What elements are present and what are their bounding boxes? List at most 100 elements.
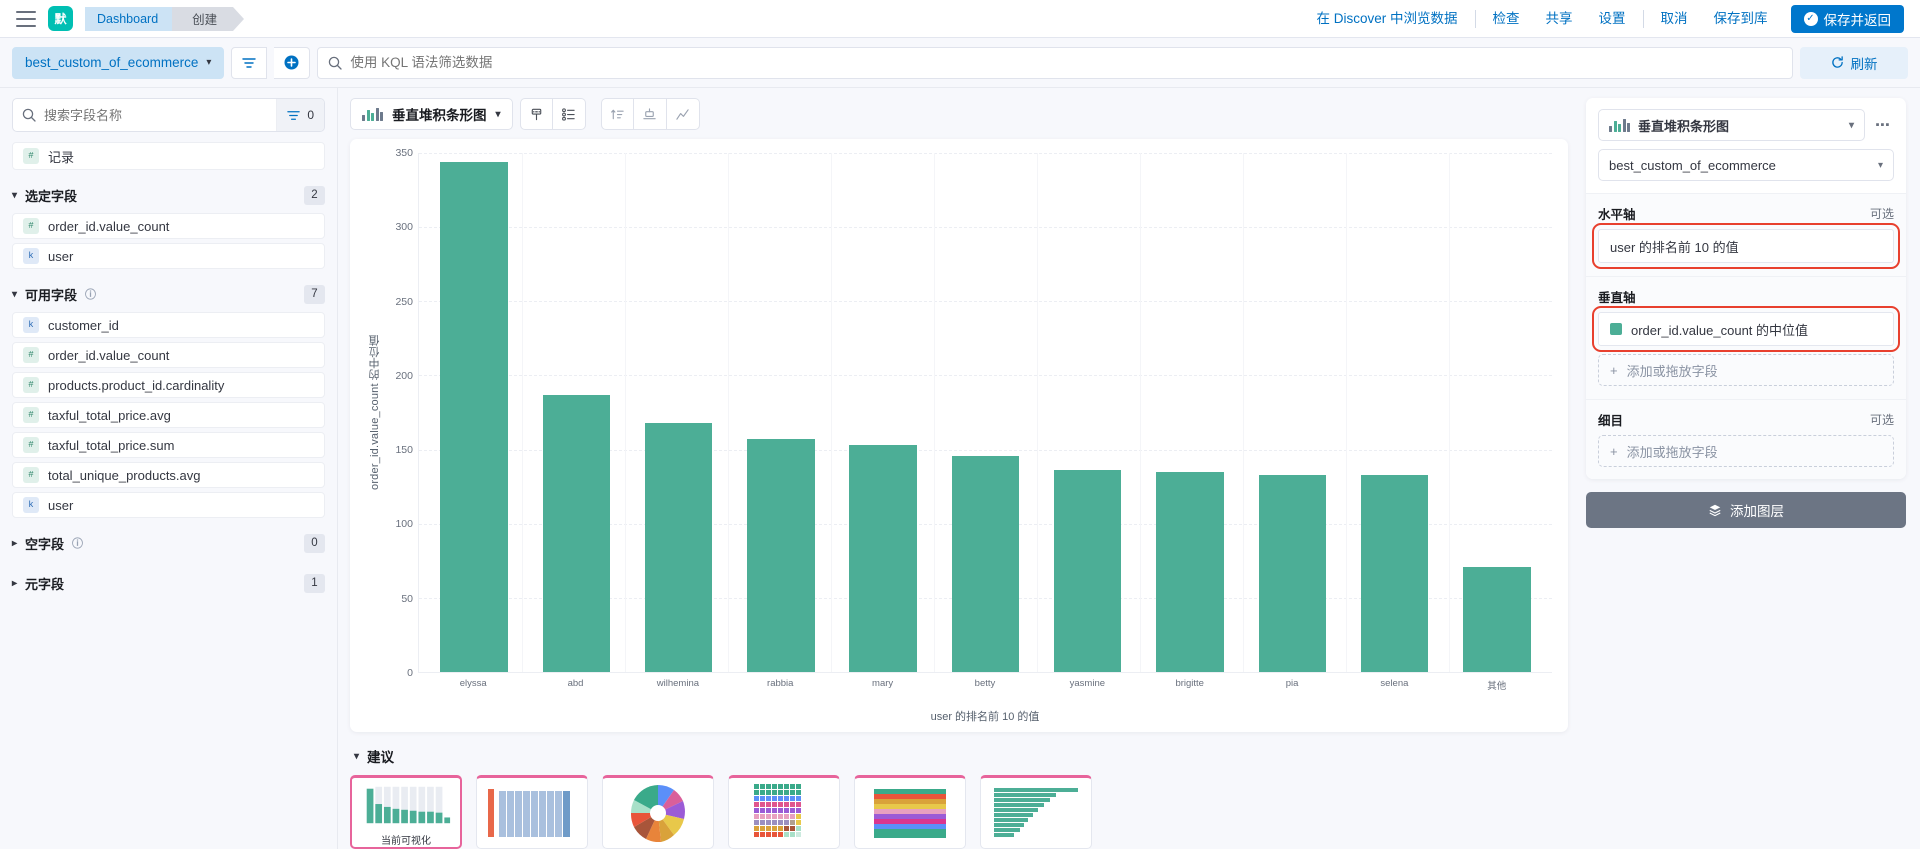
save-to-library-link[interactable]: 保存到库 (1701, 0, 1781, 38)
vertical-axis-drop-target[interactable]: + 添加或拖放字段 (1598, 354, 1894, 386)
config-datasource-select[interactable]: best_custom_of_ecommerce ▾ (1598, 149, 1894, 181)
bar[interactable] (951, 455, 1020, 672)
explore-in-discover-link[interactable]: 在 Discover 中浏览数据 (1303, 0, 1470, 38)
number-field-icon: # (23, 347, 39, 363)
bar-slot (1241, 153, 1343, 672)
bar[interactable] (542, 394, 611, 672)
waffle-grid-thumb-icon (754, 784, 801, 837)
datasource-selector[interactable]: best_custom_of_ecommerce ▾ (12, 46, 225, 79)
config-chart-type-select[interactable]: 垂直堆积条形图 ▾ (1598, 109, 1865, 141)
save-and-return-button[interactable]: ✓ 保存并返回 (1790, 4, 1904, 33)
field-search-input[interactable] (36, 107, 277, 123)
suggestion-pie[interactable] (602, 775, 714, 849)
stacked-columns-thumb-icon (488, 789, 570, 837)
save-and-return-label: 保存并返回 (1823, 12, 1892, 28)
chevron-right-icon: ▸ (12, 537, 18, 549)
chart-annotation-group (600, 98, 700, 130)
color-palette-button[interactable] (633, 98, 667, 130)
available-field-taxful-total-price-sum[interactable]: # taxful_total_price.sum (12, 432, 325, 458)
field-label: taxful_total_price.avg (48, 407, 171, 423)
plot-area[interactable] (418, 153, 1552, 673)
section-label: 选定字段 (25, 188, 78, 204)
suggestion-horizontal-bar[interactable] (980, 775, 1092, 849)
section-available-fields[interactable]: ▾ 可用字段 ⓘ 7 (12, 279, 325, 309)
section-selected-fields[interactable]: ▾ 选定字段 2 (12, 180, 325, 210)
bar-slot (730, 153, 832, 672)
filter-options-button[interactable] (231, 46, 268, 79)
layer-actions-button[interactable]: ▪▪▪ (1872, 112, 1894, 138)
available-field-products-product-id-cardinality[interactable]: # products.product_id.cardinality (12, 372, 325, 398)
breadcrumb-dashboard[interactable]: Dashboard (85, 6, 184, 31)
space-avatar[interactable]: 默 (48, 6, 73, 31)
bar[interactable] (440, 161, 508, 672)
horizontal-axis-label-row: 水平轴 可选 (1598, 204, 1894, 223)
x-axis-tick-label: rabbia (767, 678, 794, 689)
chart-type-label: 垂直堆积条形图 (392, 108, 487, 123)
breadcrumb-create[interactable]: 创建 (172, 6, 245, 31)
section-label: 可用字段 (25, 287, 78, 303)
drop-placeholder: 添加或拖放字段 (1626, 363, 1718, 379)
bar[interactable] (644, 422, 713, 672)
bar-chart-icon (1609, 118, 1630, 132)
refresh-icon (1831, 56, 1843, 68)
section-meta-fields[interactable]: ▸ 元字段 1 (12, 568, 325, 598)
bar[interactable] (1053, 470, 1122, 672)
x-axis-tick-label: betty (974, 678, 996, 689)
bar[interactable] (1463, 566, 1531, 672)
available-field-order-id-value-count[interactable]: # order_id.value_count (12, 342, 325, 368)
x-axis-tick-label: yasmine (1069, 678, 1106, 689)
section-count: 2 (304, 185, 325, 205)
suggestion-treemap-grid[interactable] (728, 775, 840, 849)
section-empty-fields[interactable]: ▸ 空字段 ⓘ 0 (12, 528, 325, 558)
field-label: customer_id (48, 317, 119, 333)
horizontal-axis-dimension[interactable]: user 的排名前 10 的值 (1592, 223, 1900, 269)
available-field-total-unique-products-avg[interactable]: # total_unique_products.avg (12, 462, 325, 488)
refresh-button[interactable]: 刷新 (1800, 46, 1908, 79)
vertical-axis-value: order_id.value_count 的中位值 (1631, 322, 1809, 338)
settings-link[interactable]: 设置 (1586, 0, 1639, 38)
bar[interactable] (1360, 474, 1429, 672)
section-count: 0 (304, 533, 325, 553)
selected-field-user[interactable]: k user (12, 243, 325, 269)
bar[interactable] (1258, 474, 1326, 672)
field-filter-button[interactable]: 0 (276, 99, 324, 131)
sort-axis-button[interactable] (600, 98, 634, 130)
vertical-axis-dimension[interactable]: order_id.value_count 的中位值 (1592, 306, 1900, 352)
field-label: taxful_total_price.sum (48, 437, 175, 453)
config-card: 垂直堆积条形图 ▾ ▪▪▪ best_custom_of_ecommerce ▾… (1586, 98, 1906, 479)
config-chart-type-label: 垂直堆积条形图 (1638, 118, 1730, 134)
bar[interactable] (747, 439, 815, 672)
inspect-link[interactable]: 检查 (1480, 0, 1533, 38)
config-panel: 垂直堆积条形图 ▾ ▪▪▪ best_custom_of_ecommerce ▾… (1580, 88, 1920, 849)
y-axis-tick: 250 (395, 295, 413, 308)
menu-hamburger-icon[interactable] (16, 10, 36, 27)
available-field-taxful-total-price-avg[interactable]: # taxful_total_price.avg (12, 402, 325, 428)
available-field-customer-id[interactable]: k customer_id (12, 312, 325, 338)
field-records[interactable]: # 记录 (12, 142, 325, 170)
chart-ranges-button[interactable] (666, 98, 700, 130)
bar[interactable] (1156, 471, 1224, 672)
kql-query-input[interactable] (350, 55, 1782, 70)
breakdown-drop-target[interactable]: + 添加或拖放字段 (1598, 435, 1894, 467)
suggestion-stacked-columns[interactable] (476, 775, 588, 849)
add-layer-button[interactable]: 添加图层 (1586, 492, 1906, 528)
horizontal-bar-thumb-icon (994, 788, 1078, 837)
add-layer-label: 添加图层 (1730, 504, 1784, 519)
suggestions-header[interactable]: ▾ 建议 (354, 746, 1568, 766)
bar[interactable] (849, 445, 917, 672)
share-link[interactable]: 共享 (1533, 0, 1586, 38)
y-axis-ticks: 0 50 100 150 200 250 300 350 (384, 147, 418, 679)
top-header-bar: 默 Dashboard 创建 在 Discover 中浏览数据 检查 共享 设置… (0, 0, 1920, 38)
legend-settings-button[interactable] (552, 98, 586, 130)
chart-type-selector[interactable]: 垂直堆积条形图 ▾ (350, 98, 513, 130)
suggestion-current-bar[interactable]: 当前可视化 (350, 775, 462, 849)
kql-query-input-wrapper[interactable] (317, 46, 1793, 79)
bar-chart-thumb-icon (366, 786, 451, 824)
add-filter-button[interactable] (274, 46, 311, 79)
suggestion-stacked-area[interactable] (854, 775, 966, 849)
available-field-user[interactable]: k user (12, 492, 325, 518)
cancel-link[interactable]: 取消 (1648, 0, 1701, 38)
selected-field-order-id-value-count[interactable]: # order_id.value_count (12, 213, 325, 239)
y-axis-tick: 200 (395, 369, 413, 382)
appearance-button[interactable] (519, 98, 553, 130)
